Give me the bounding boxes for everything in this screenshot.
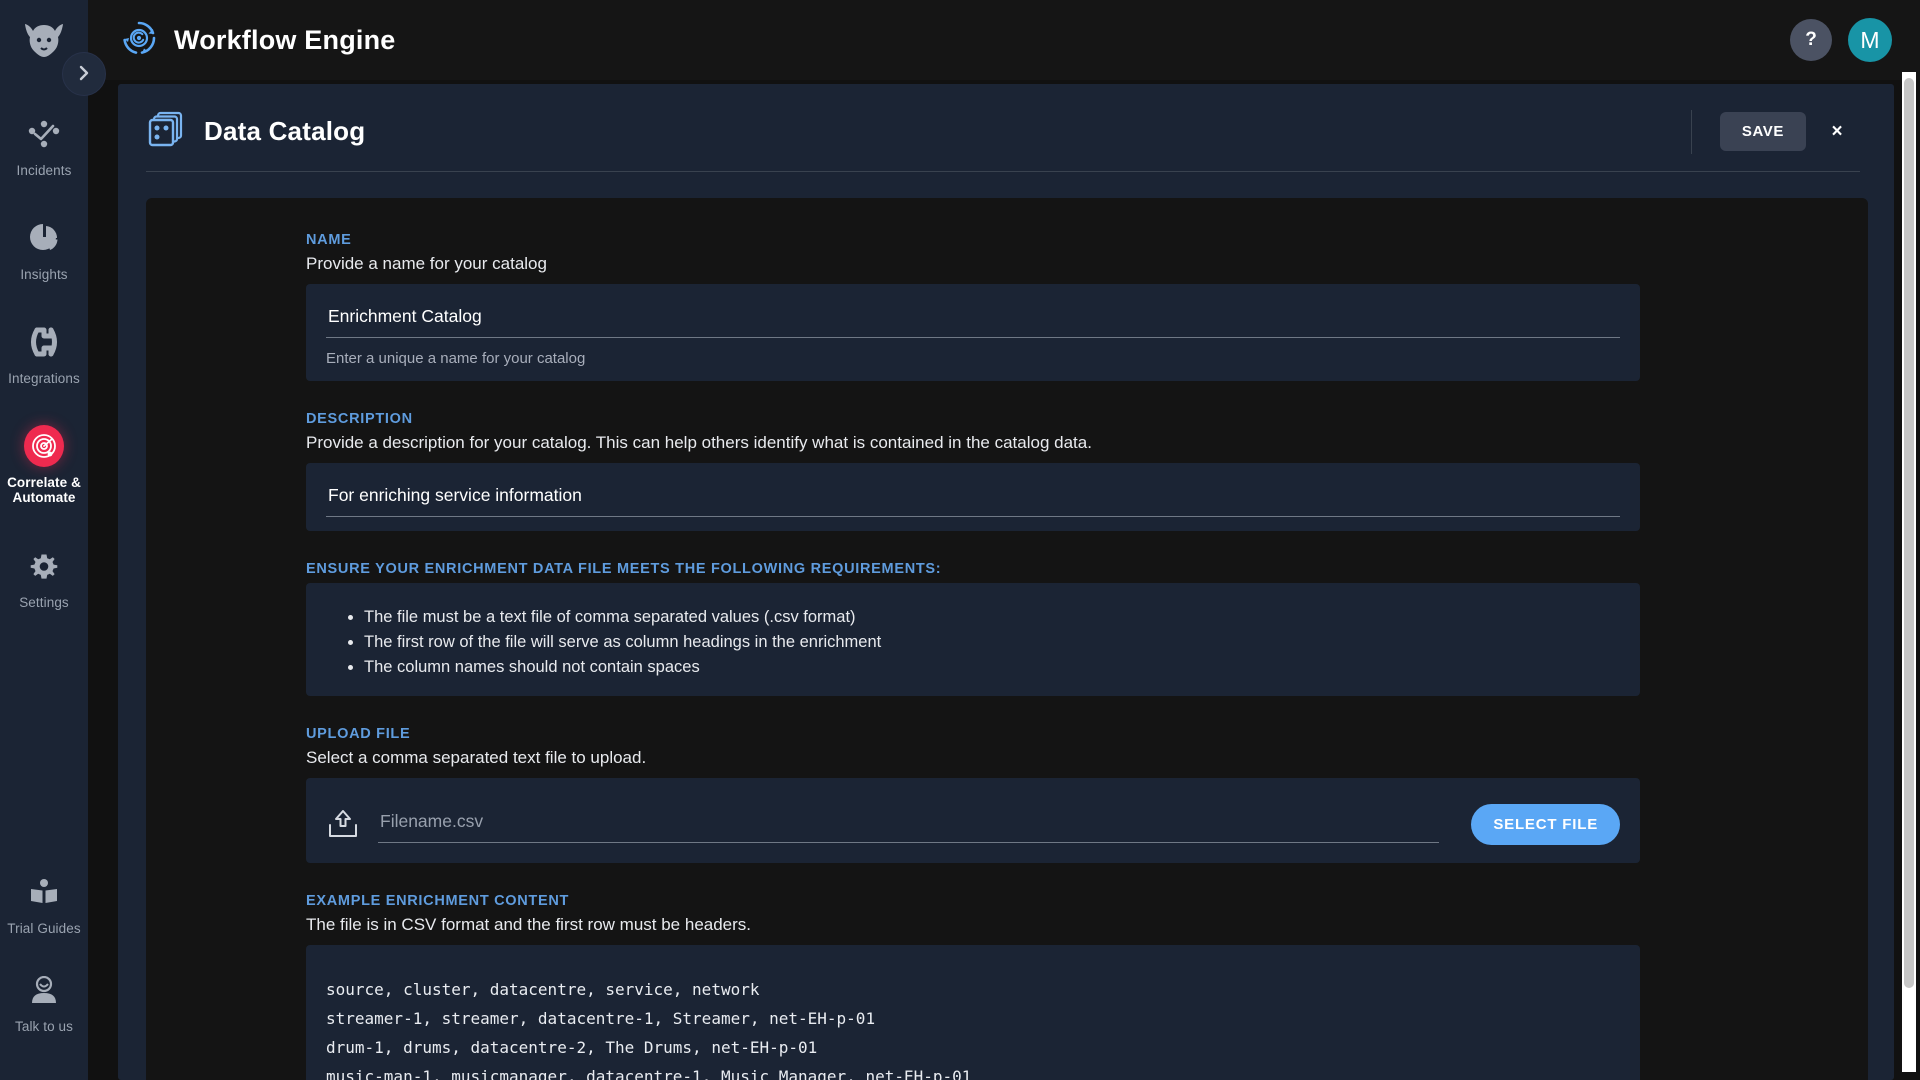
list-item: The file must be a text file of comma se…	[364, 605, 1620, 630]
sidebar: Incidents Insights Integrations Correlat…	[0, 0, 88, 1080]
field-description-card	[306, 462, 1640, 531]
upload-filename-input[interactable]	[378, 806, 1440, 843]
sidebar-bottom-nav: Trial Guides Talk to us	[0, 862, 88, 1080]
list-item: The column names should not contain spac…	[364, 655, 1620, 680]
field-description-help: Provide a description for your catalog. …	[306, 432, 1092, 452]
file-upload-icon	[326, 808, 360, 842]
field-example-help: The file is in CSV format and the first …	[306, 915, 752, 935]
field-example: EXAMPLE ENRICHMENT CONTENT The file is i…	[306, 893, 1640, 935]
field-upload-help: Select a comma separated text file to up…	[306, 748, 647, 768]
field-name: NAME Provide a name for your catalog	[306, 232, 1640, 274]
catalog-name-input[interactable]	[326, 301, 1620, 338]
support-agent-icon	[24, 970, 64, 1010]
field-example-label: EXAMPLE ENRICHMENT CONTENT	[306, 893, 570, 910]
gear-icon	[24, 546, 64, 586]
app-root: Incidents Insights Integrations Correlat…	[0, 0, 1920, 1080]
requirements-list: The file must be a text file of comma se…	[326, 601, 1620, 682]
sidebar-expand-button[interactable]	[62, 52, 106, 96]
field-requirements: ENSURE YOUR ENRICHMENT DATA FILE MEETS T…	[306, 561, 1640, 577]
page-header: Data Catalog SAVE ×	[118, 84, 1894, 155]
code-line: source, cluster, datacentre, service, ne…	[326, 980, 760, 1000]
field-name-label: NAME	[306, 231, 352, 248]
sidebar-item-label: Incidents	[16, 163, 72, 178]
field-upload-label: UPLOAD FILE	[306, 726, 411, 743]
example-content-card: source, cluster, datacentre, service, ne…	[306, 945, 1640, 1080]
field-upload-card: SELECT FILE	[306, 778, 1640, 864]
sidebar-item-insights[interactable]: Insights	[0, 208, 88, 296]
open-book-icon	[24, 872, 64, 912]
catalog-description-input[interactable]	[326, 480, 1620, 517]
sidebar-item-integrations[interactable]: Integrations	[0, 312, 88, 400]
data-catalog-cards-icon	[146, 108, 188, 155]
integrations-link-icon	[24, 322, 64, 362]
sidebar-item-settings[interactable]: Settings	[0, 536, 88, 624]
code-line: drum-1, drums, datacentre-2, The Drums, …	[326, 1038, 818, 1058]
save-button[interactable]: SAVE	[1719, 112, 1806, 151]
radar-target-badge	[24, 425, 64, 468]
field-description: DESCRIPTION Provide a description for yo…	[306, 411, 1640, 453]
field-name-help: Provide a name for your catalog	[306, 253, 547, 273]
avatar[interactable]: M	[1848, 18, 1892, 62]
catalog-name-hint: Enter a unique a name for your catalog	[326, 349, 586, 367]
sidebar-nav: Incidents Insights Integrations Correlat…	[0, 104, 88, 640]
sidebar-item-label: Settings	[19, 594, 69, 610]
upload-input-wrap	[378, 806, 1440, 843]
workflow-cycle-icon	[120, 19, 158, 62]
sidebar-item-talk-to-us[interactable]: Talk to us	[0, 960, 88, 1048]
app-title: Workflow Engine	[174, 24, 396, 55]
header-divider	[1690, 109, 1692, 154]
sidebar-item-label: Correlate & Automate	[7, 475, 81, 506]
chevron-right-icon	[76, 64, 92, 85]
close-button[interactable]: ×	[1814, 109, 1860, 155]
form-panel[interactable]: NAME Provide a name for your catalog Ent…	[146, 197, 1868, 1080]
help-button[interactable]: ?	[1790, 19, 1832, 61]
header-rule	[146, 171, 1860, 172]
page-title: Data Catalog	[204, 116, 366, 146]
bull-head-logo[interactable]	[16, 16, 72, 66]
upload-row: SELECT FILE	[326, 796, 1620, 849]
incidents-nodes-icon	[24, 114, 64, 154]
pie-chart-icon	[24, 218, 64, 258]
sidebar-item-label: Trial Guides	[7, 920, 81, 936]
sidebar-item-incidents[interactable]: Incidents	[0, 104, 88, 192]
code-line: streamer-1, streamer, datacentre-1, Stre…	[326, 1009, 876, 1029]
topbar-actions: ? M	[1790, 18, 1892, 62]
radar-target-icon	[24, 425, 64, 468]
page-header-actions: SAVE ×	[1690, 109, 1860, 155]
field-description-label: DESCRIPTION	[306, 410, 413, 427]
sidebar-item-trial-guides[interactable]: Trial Guides	[0, 862, 88, 950]
main-area: Workflow Engine ? M Data Catalog SAVE × …	[88, 0, 1920, 1080]
sidebar-item-label: Talk to us	[14, 1018, 74, 1034]
field-upload: UPLOAD FILE Select a comma separated tex…	[306, 726, 1640, 768]
field-name-card: Enter a unique a name for your catalog	[306, 283, 1640, 381]
page-scrollbar-thumb[interactable]	[1904, 78, 1914, 988]
select-file-button[interactable]: SELECT FILE	[1471, 804, 1620, 846]
brand: Workflow Engine	[120, 19, 396, 62]
topbar: Workflow Engine ? M	[88, 0, 1920, 80]
field-requirements-card: The file must be a text file of comma se…	[306, 582, 1640, 697]
sidebar-item-label: Insights	[20, 267, 68, 283]
sidebar-item-correlate-and-automate[interactable]: Correlate & Automate	[0, 416, 88, 519]
form-inner: NAME Provide a name for your catalog Ent…	[306, 232, 1640, 1080]
code-line: music-man-1, musicmanager, datacentre-1,…	[326, 1067, 972, 1080]
field-requirements-label: ENSURE YOUR ENRICHMENT DATA FILE MEETS T…	[306, 560, 942, 577]
page-header-left: Data Catalog	[146, 108, 365, 155]
list-item: The first row of the file will serve as …	[364, 630, 1620, 655]
sidebar-item-label: Integrations	[8, 371, 80, 387]
page-card: Data Catalog SAVE × NAME Provide a name …	[118, 84, 1894, 1080]
